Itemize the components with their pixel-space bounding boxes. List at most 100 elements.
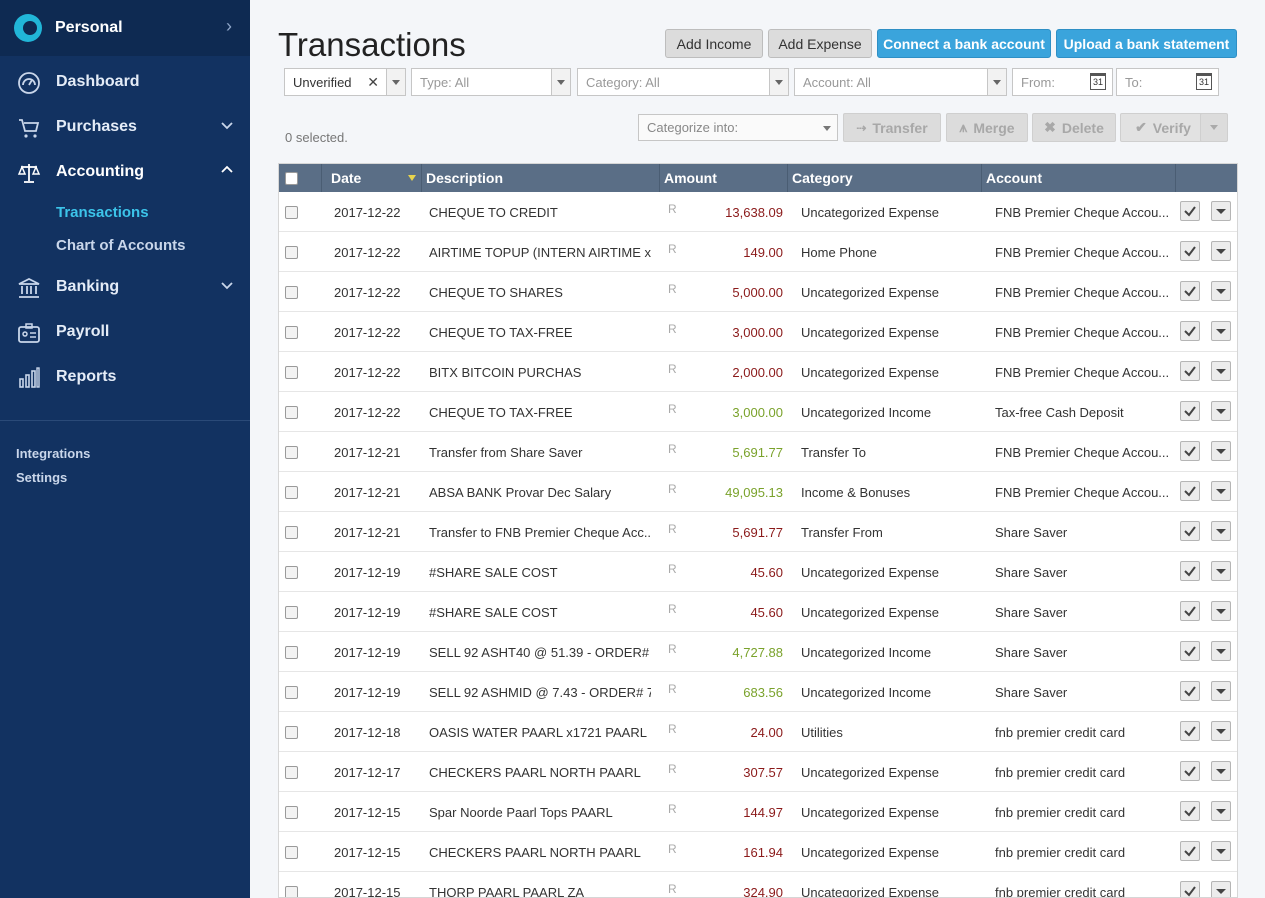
row-description[interactable]: Transfer from Share Saver <box>429 445 651 460</box>
row-menu-button[interactable] <box>1211 881 1231 897</box>
table-row[interactable]: 2017-12-15 Spar Noorde Paarl Tops PAARL R 1… <box>279 792 1237 832</box>
nav-accounting[interactable]: Accounting <box>0 153 250 193</box>
row-menu-button[interactable] <box>1211 281 1231 301</box>
row-verify-button[interactable] <box>1180 521 1200 541</box>
row-description[interactable]: THORP PAARL PAARL ZA <box>429 885 651 897</box>
row-verify-button[interactable] <box>1180 441 1200 461</box>
row-menu-button[interactable] <box>1211 681 1231 701</box>
row-verify-button[interactable] <box>1180 601 1200 621</box>
nav-sub-transactions[interactable]: Transactions <box>56 204 149 221</box>
table-row[interactable]: 2017-12-21 Transfer from Share Saver R 5,69… <box>279 432 1237 472</box>
row-checkbox[interactable] <box>285 366 298 379</box>
row-category[interactable]: Uncategorized Expense <box>801 205 976 220</box>
verify-button[interactable]: ✔ Verify <box>1120 113 1206 142</box>
row-verify-button[interactable] <box>1180 241 1200 261</box>
row-description[interactable]: CHECKERS PAARL NORTH PAARL <box>429 845 651 860</box>
row-menu-button[interactable] <box>1211 241 1231 261</box>
connect-bank-button[interactable]: Connect a bank account <box>877 29 1051 58</box>
row-menu-button[interactable] <box>1211 801 1231 821</box>
to-date-field[interactable]: To: 31 <box>1116 68 1219 96</box>
row-checkbox[interactable] <box>285 766 298 779</box>
row-checkbox[interactable] <box>285 326 298 339</box>
row-verify-button[interactable] <box>1180 281 1200 301</box>
table-row[interactable]: 2017-12-22 CHEQUE TO CREDIT R 13,638.09 Unca… <box>279 192 1237 232</box>
table-row[interactable]: 2017-12-19 #SHARE SALE COST R 45.60 Uncatego… <box>279 592 1237 632</box>
table-row[interactable]: 2017-12-22 BITX BITCOIN PURCHAS R 2,000.00 U… <box>279 352 1237 392</box>
row-category[interactable]: Income & Bonuses <box>801 485 976 500</box>
row-category[interactable]: Uncategorized Expense <box>801 845 976 860</box>
row-checkbox[interactable] <box>285 486 298 499</box>
row-category[interactable]: Uncategorized Income <box>801 685 976 700</box>
verify-dropdown-button[interactable] <box>1200 113 1228 142</box>
row-checkbox[interactable] <box>285 606 298 619</box>
row-menu-button[interactable] <box>1211 641 1231 661</box>
table-row[interactable]: 2017-12-22 CHEQUE TO SHARES R 5,000.00 Uncat… <box>279 272 1237 312</box>
row-description[interactable]: #SHARE SALE COST <box>429 565 651 580</box>
nav-sub-chart-of-accounts[interactable]: Chart of Accounts <box>56 237 185 254</box>
row-verify-button[interactable] <box>1180 721 1200 741</box>
row-category[interactable]: Home Phone <box>801 245 976 260</box>
table-row[interactable]: 2017-12-22 CHEQUE TO TAX-FREE R 3,000.00 Unc… <box>279 392 1237 432</box>
row-menu-button[interactable] <box>1211 361 1231 381</box>
row-menu-button[interactable] <box>1211 521 1231 541</box>
row-verify-button[interactable] <box>1180 321 1200 341</box>
row-description[interactable]: #SHARE SALE COST <box>429 605 651 620</box>
col-description[interactable]: Description <box>426 170 503 186</box>
row-menu-button[interactable] <box>1211 841 1231 861</box>
row-category[interactable]: Transfer From <box>801 525 976 540</box>
row-category[interactable]: Uncategorized Income <box>801 645 976 660</box>
row-description[interactable]: BITX BITCOIN PURCHAS <box>429 365 651 380</box>
row-description[interactable]: CHEQUE TO CREDIT <box>429 205 651 220</box>
row-checkbox[interactable] <box>285 206 298 219</box>
row-verify-button[interactable] <box>1180 361 1200 381</box>
row-verify-button[interactable] <box>1180 801 1200 821</box>
row-checkbox[interactable] <box>285 886 298 897</box>
row-description[interactable]: CHEQUE TO TAX-FREE <box>429 325 651 340</box>
row-checkbox[interactable] <box>285 406 298 419</box>
row-checkbox[interactable] <box>285 286 298 299</box>
select-all-checkbox[interactable] <box>285 172 298 185</box>
clear-icon[interactable]: ✕ <box>367 74 379 91</box>
row-category[interactable]: Uncategorized Expense <box>801 565 976 580</box>
row-verify-button[interactable] <box>1180 201 1200 221</box>
table-row[interactable]: 2017-12-21 ABSA BANK Provar Dec Salary R 49… <box>279 472 1237 512</box>
row-checkbox[interactable] <box>285 446 298 459</box>
row-description[interactable]: CHEQUE TO TAX-FREE <box>429 405 651 420</box>
col-date[interactable]: Date <box>331 170 361 186</box>
row-verify-button[interactable] <box>1180 681 1200 701</box>
add-income-button[interactable]: Add Income <box>665 29 763 58</box>
row-description[interactable]: SELL 92 ASHT40 @ 51.39 - ORDER# ... <box>429 645 651 660</box>
row-description[interactable]: AIRTIME TOPUP (INTERN AIRTIME xx... <box>429 245 651 260</box>
transfer-button[interactable]: ⇢ Transfer <box>843 113 941 142</box>
table-row[interactable]: 2017-12-19 SELL 92 ASHT40 @ 51.39 - ORDER… <box>279 632 1237 672</box>
row-category[interactable]: Uncategorized Expense <box>801 805 976 820</box>
account-filter[interactable]: Account: All <box>794 68 1007 96</box>
row-menu-button[interactable] <box>1211 561 1231 581</box>
row-category[interactable]: Uncategorized Expense <box>801 285 976 300</box>
delete-button[interactable]: ✖ Delete <box>1032 113 1116 142</box>
from-date-field[interactable]: From: 31 <box>1012 68 1113 96</box>
row-category[interactable]: Transfer To <box>801 445 976 460</box>
row-description[interactable]: Transfer to FNB Premier Cheque Acc... <box>429 525 651 540</box>
row-description[interactable]: Spar Noorde Paarl Tops PAARL <box>429 805 651 820</box>
row-description[interactable]: CHECKERS PAARL NORTH PAARL <box>429 765 651 780</box>
row-description[interactable]: OASIS WATER PAARL x1721 PAARL <box>429 725 651 740</box>
col-amount[interactable]: Amount <box>664 170 717 186</box>
row-verify-button[interactable] <box>1180 761 1200 781</box>
row-category[interactable]: Uncategorized Expense <box>801 365 976 380</box>
row-checkbox[interactable] <box>285 566 298 579</box>
add-expense-button[interactable]: Add Expense <box>768 29 872 58</box>
row-verify-button[interactable] <box>1180 481 1200 501</box>
table-row[interactable]: 2017-12-17 CHECKERS PAARL NORTH PAARL R 307… <box>279 752 1237 792</box>
nav-payroll[interactable]: Payroll <box>0 313 250 353</box>
col-account[interactable]: Account <box>986 170 1042 186</box>
row-category[interactable]: Uncategorized Expense <box>801 885 976 897</box>
row-menu-button[interactable] <box>1211 441 1231 461</box>
status-filter[interactable]: Unverified ✕ <box>284 68 406 96</box>
row-checkbox[interactable] <box>285 646 298 659</box>
nav-dashboard[interactable]: Dashboard <box>0 63 250 103</box>
table-row[interactable]: 2017-12-22 AIRTIME TOPUP (INTERN AIRTIME … <box>279 232 1237 272</box>
upload-statement-button[interactable]: Upload a bank statement <box>1056 29 1237 58</box>
nav-integrations[interactable]: Integrations <box>16 446 90 461</box>
row-verify-button[interactable] <box>1180 641 1200 661</box>
